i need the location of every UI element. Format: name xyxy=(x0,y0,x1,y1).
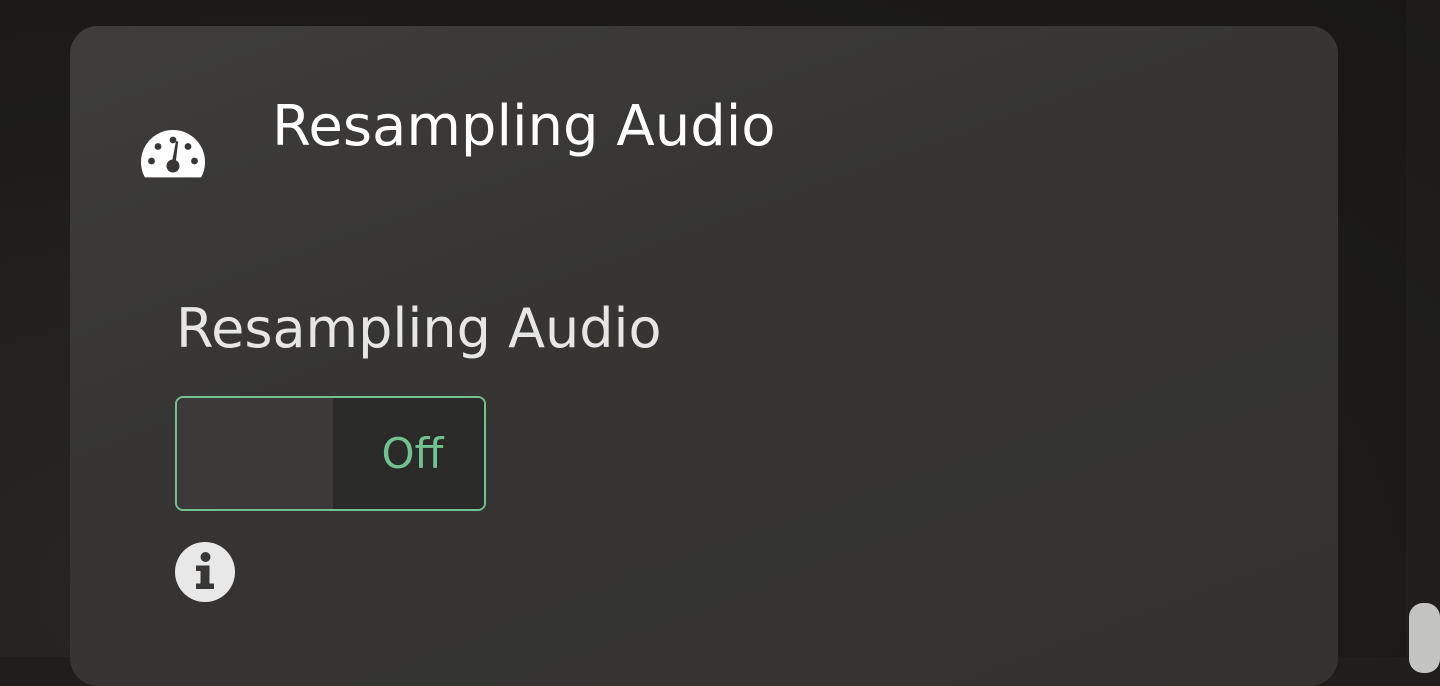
info-icon[interactable] xyxy=(175,542,235,602)
gauge-icon xyxy=(141,130,205,178)
toggle-state-area: Off xyxy=(333,398,484,509)
card-header xyxy=(140,98,206,208)
settings-card: Resampling Audio Resampling Audio Off xyxy=(70,26,1338,686)
resampling-audio-toggle[interactable]: Off xyxy=(175,396,486,511)
scrollbar-thumb[interactable] xyxy=(1409,603,1440,673)
card-title: Resampling Audio xyxy=(272,94,776,159)
scrollbar-track[interactable] xyxy=(1406,0,1440,657)
toggle-state-text: Off xyxy=(381,429,444,478)
toggle-knob[interactable] xyxy=(177,398,333,509)
setting-label: Resampling Audio xyxy=(176,297,662,360)
